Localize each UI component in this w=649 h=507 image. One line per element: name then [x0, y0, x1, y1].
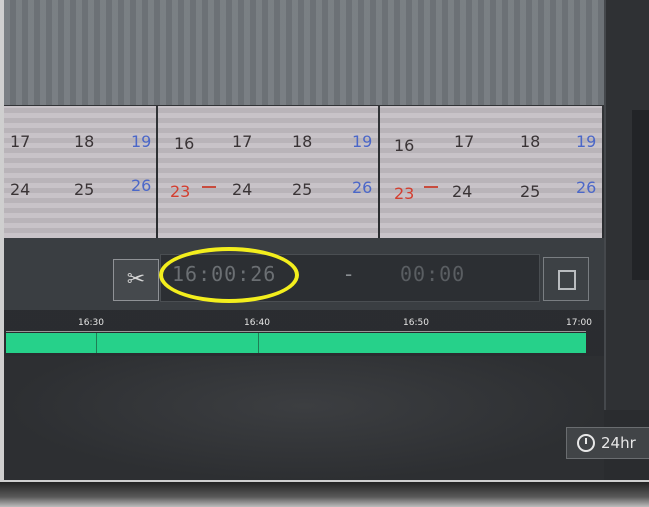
- monitor-bezel: [0, 482, 649, 507]
- cal-day[interactable]: 17: [232, 132, 252, 151]
- calendar-panel-3: 16 17 18 19 23 24 25 26: [380, 106, 602, 238]
- event-marker: [424, 186, 438, 188]
- recording-timeline-bar[interactable]: [6, 333, 586, 353]
- calendar-panel-2: 16 17 18 19 23 24 25 26: [158, 106, 378, 238]
- time-separator: -: [345, 262, 353, 286]
- clock-icon: [577, 434, 595, 452]
- cal-day[interactable]: 16: [174, 134, 194, 153]
- cal-day[interactable]: 16: [394, 136, 414, 155]
- cal-day[interactable]: 19: [576, 132, 596, 151]
- cal-day[interactable]: 26: [131, 176, 151, 195]
- bar-divider: [258, 333, 259, 353]
- cal-day[interactable]: 17: [10, 132, 30, 151]
- cal-day[interactable]: 18: [292, 132, 312, 151]
- timeline-label: 17:00: [566, 318, 592, 328]
- time-format-label: 24hr: [601, 434, 636, 452]
- cal-day[interactable]: 18: [520, 132, 540, 151]
- clip-button[interactable]: ✂: [113, 259, 159, 301]
- cal-day[interactable]: 24: [452, 182, 472, 201]
- right-side-slot: [632, 110, 649, 280]
- clip-end-time[interactable]: 00:00: [400, 262, 465, 286]
- calendar-panel-1: 17 18 19 24 25 26: [4, 106, 156, 238]
- cal-day[interactable]: 24: [232, 180, 252, 199]
- cal-day[interactable]: 19: [352, 132, 372, 151]
- event-marker: [202, 186, 216, 188]
- cal-day[interactable]: 17: [454, 132, 474, 151]
- timeline-label: 16:50: [403, 318, 429, 328]
- highlight-circle: [159, 247, 299, 303]
- cal-day[interactable]: 25: [74, 180, 94, 199]
- cal-day[interactable]: 18: [74, 132, 94, 151]
- save-icon: [558, 270, 576, 290]
- lower-panel: [4, 356, 604, 480]
- save-clip-button[interactable]: [543, 257, 589, 301]
- scissors-icon: ✂: [126, 267, 146, 292]
- cal-day[interactable]: 25: [292, 180, 312, 199]
- cal-day[interactable]: 26: [576, 178, 596, 197]
- bar-divider: [96, 333, 97, 353]
- cal-day[interactable]: 25: [520, 182, 540, 201]
- cal-day[interactable]: 26: [352, 178, 372, 197]
- cal-day[interactable]: 23: [394, 184, 414, 203]
- top-video-area: [4, 0, 604, 105]
- timeline-label: 16:40: [244, 318, 270, 328]
- cal-day[interactable]: 24: [10, 180, 30, 199]
- cal-day[interactable]: 23: [170, 182, 190, 201]
- cal-day[interactable]: 19: [131, 132, 151, 151]
- timeline-axis: [6, 331, 586, 332]
- timeline-label: 16:30: [78, 318, 104, 328]
- calendar-strip: 17 18 19 24 25 26 16 17 18 19 23 24 25 2…: [4, 106, 604, 238]
- time-format-button[interactable]: 24hr: [566, 427, 649, 459]
- monitor-screen: 17 18 19 24 25 26 16 17 18 19 23 24 25 2…: [4, 0, 649, 480]
